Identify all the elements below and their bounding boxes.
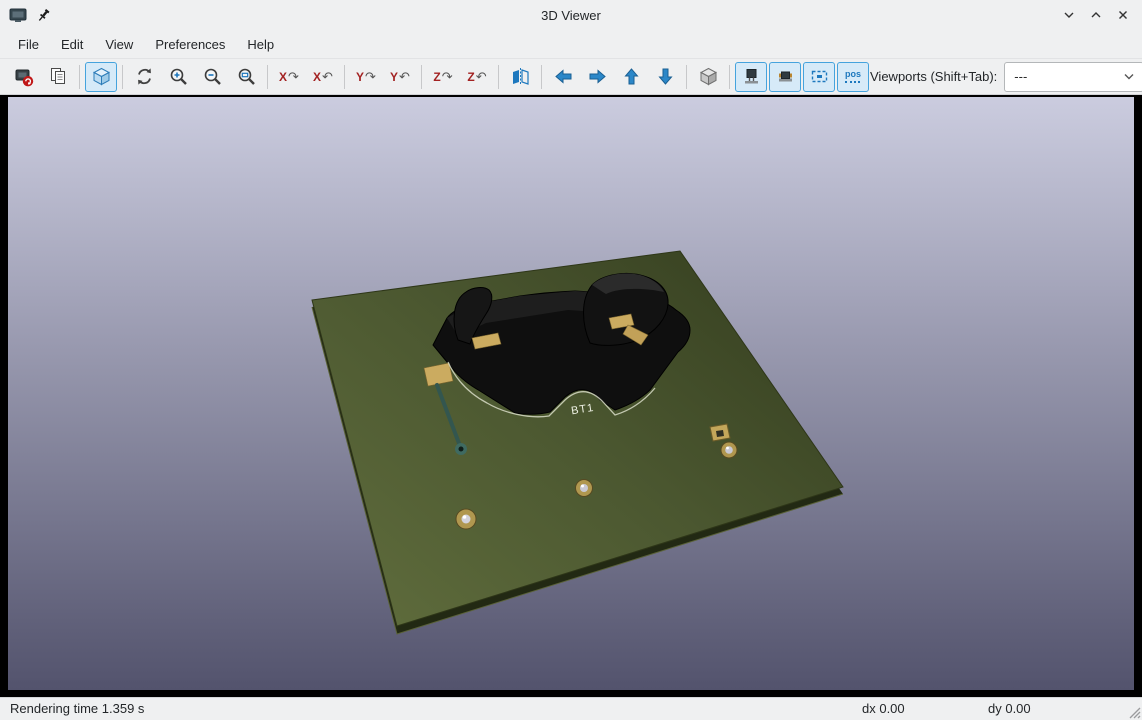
menu-view[interactable]: View xyxy=(94,33,144,56)
window-title: 3D Viewer xyxy=(0,8,1142,23)
copy-image-button[interactable] xyxy=(42,62,74,92)
th-models-icon xyxy=(742,67,761,86)
move-left-icon xyxy=(554,67,573,86)
rotate-y-cw-icon: Y↷ xyxy=(356,70,376,83)
reload-board-icon xyxy=(14,67,34,87)
rotate-y-ccw-button[interactable]: Y↶ xyxy=(384,62,416,92)
window-maximize-button[interactable] xyxy=(1087,6,1105,24)
rotate-z-ccw-button[interactable]: Z↶ xyxy=(461,62,493,92)
flip-board-button[interactable] xyxy=(504,62,536,92)
rotate-z-cw-button[interactable]: Z↷ xyxy=(427,62,459,92)
dx-readout: dx 0.00 xyxy=(862,701,905,716)
move-right-icon xyxy=(588,67,607,86)
menu-preferences[interactable]: Preferences xyxy=(144,33,236,56)
3d-viewport[interactable]: BT1 xyxy=(0,95,1142,697)
titlebar-left xyxy=(0,7,51,23)
toolbar-separator xyxy=(541,65,542,89)
rendering-time: Rendering time 1.359 s xyxy=(10,701,144,716)
toolbar-separator xyxy=(79,65,80,89)
window-close-button[interactable] xyxy=(1114,6,1132,24)
app-icon xyxy=(9,7,27,23)
move-right-button[interactable] xyxy=(581,62,613,92)
chevron-down-icon xyxy=(1124,73,1134,80)
resize-grip[interactable] xyxy=(1127,705,1141,719)
pin-icon xyxy=(36,8,51,23)
zoom-in-button[interactable] xyxy=(162,62,194,92)
ortho-cube-icon xyxy=(699,67,718,86)
move-down-icon xyxy=(656,67,675,86)
toolbar-separator xyxy=(686,65,687,89)
zoom-in-icon xyxy=(169,67,188,86)
toolbar-separator xyxy=(729,65,730,89)
rotate-y-ccw-icon: Y↶ xyxy=(390,70,410,83)
viewports-value: --- xyxy=(1014,69,1124,84)
ortho-projection-button[interactable] xyxy=(692,62,724,92)
reload-board-button[interactable] xyxy=(8,62,40,92)
square-pad-hole xyxy=(710,424,730,441)
close-icon xyxy=(1117,9,1129,21)
redraw-icon xyxy=(135,67,154,86)
zoom-fit-button[interactable] xyxy=(230,62,262,92)
raytracing-toggle-button[interactable] xyxy=(85,62,117,92)
statusbar: Rendering time 1.359 s dx 0.00 dy 0.00 xyxy=(0,697,1142,720)
smd-models-icon xyxy=(776,67,795,86)
menu-file[interactable]: File xyxy=(7,33,50,56)
viewports-dropdown[interactable]: --- xyxy=(1004,62,1142,92)
round-pad-hole xyxy=(721,442,737,458)
flip-board-icon xyxy=(511,67,530,86)
toolbar-separator xyxy=(267,65,268,89)
chevron-up-icon xyxy=(1090,9,1102,21)
viewports-label: Viewports (Shift+Tab): xyxy=(870,69,1004,84)
virtual-models-icon xyxy=(810,67,829,86)
rotate-x-cw-button[interactable]: X↷ xyxy=(273,62,305,92)
dnp-models-icon: pos xyxy=(845,70,861,83)
chevron-down-icon xyxy=(1063,9,1075,21)
render-cube-icon xyxy=(92,67,111,86)
toggle-dnp-models-button[interactable]: pos xyxy=(837,62,869,92)
rotate-x-ccw-button[interactable]: X↶ xyxy=(307,62,339,92)
toolbar-separator xyxy=(344,65,345,89)
toolbar-separator xyxy=(421,65,422,89)
rotate-x-ccw-icon: X↶ xyxy=(313,70,333,83)
copy-icon xyxy=(49,67,68,86)
menubar: File Edit View Preferences Help xyxy=(0,30,1142,58)
toggle-th-models-button[interactable] xyxy=(735,62,767,92)
toolbar: X↷ X↶ Y↷ Y↶ Z↷ Z↶ xyxy=(0,58,1142,95)
rotate-x-cw-icon: X↷ xyxy=(279,70,299,83)
redraw-button[interactable] xyxy=(128,62,160,92)
3d-scene: BT1 xyxy=(8,97,1134,690)
toolbar-separator xyxy=(498,65,499,89)
zoom-out-button[interactable] xyxy=(196,62,228,92)
titlebar[interactable]: 3D Viewer xyxy=(0,0,1142,30)
dy-readout: dy 0.00 xyxy=(988,701,1031,716)
rotate-z-cw-icon: Z↷ xyxy=(433,70,452,83)
menu-edit[interactable]: Edit xyxy=(50,33,94,56)
zoom-fit-icon xyxy=(237,67,256,86)
through-hole xyxy=(576,480,593,497)
rotate-z-ccw-icon: Z↶ xyxy=(467,70,486,83)
mounting-hole xyxy=(456,509,476,529)
menu-help[interactable]: Help xyxy=(236,33,285,56)
move-left-button[interactable] xyxy=(547,62,579,92)
window-minimize-button[interactable] xyxy=(1060,6,1078,24)
toggle-virtual-models-button[interactable] xyxy=(803,62,835,92)
window-controls xyxy=(1060,6,1142,24)
move-up-button[interactable] xyxy=(615,62,647,92)
toolbar-separator xyxy=(122,65,123,89)
move-up-icon xyxy=(622,67,641,86)
move-down-button[interactable] xyxy=(649,62,681,92)
zoom-out-icon xyxy=(203,67,222,86)
rotate-y-cw-button[interactable]: Y↷ xyxy=(350,62,382,92)
toggle-smd-models-button[interactable] xyxy=(769,62,801,92)
